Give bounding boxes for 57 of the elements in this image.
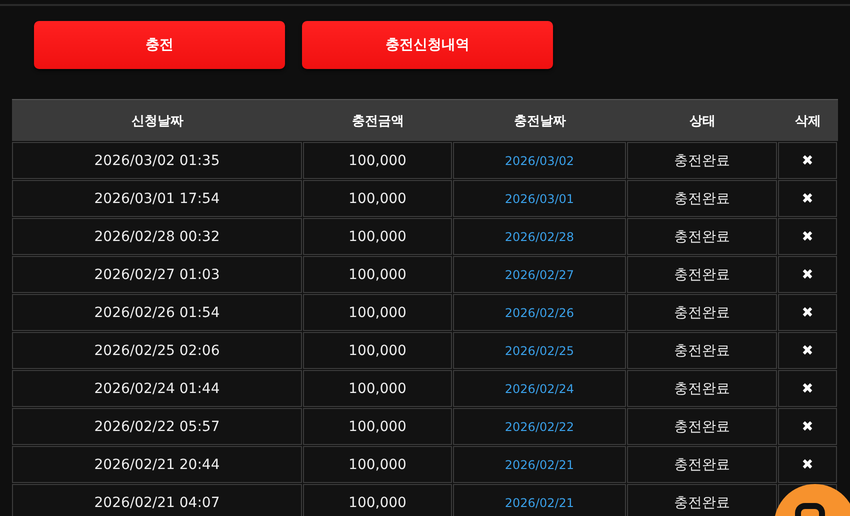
table-cell: 충전완료 <box>627 180 777 217</box>
delete-button[interactable]: ✖ <box>802 228 814 244</box>
table-cell: 2026/02/21 20:44 <box>12 446 302 483</box>
table-cell: 충전완료 <box>627 408 777 445</box>
table-cell: 충전완료 <box>627 142 777 179</box>
table-cell: 2026/02/24 01:44 <box>12 370 302 407</box>
table-cell: 2026/03/01 <box>453 180 626 217</box>
table-cell: 2026/02/21 <box>453 446 626 483</box>
delete-button[interactable]: ✖ <box>802 418 814 434</box>
table-cell: 2026/02/24 <box>453 370 626 407</box>
table-cell: 2026/02/26 <box>453 294 626 331</box>
table-cell: 100,000 <box>303 370 452 407</box>
table-cell: 100,000 <box>303 294 452 331</box>
column-header: 삭제 <box>794 112 822 130</box>
table-cell: 100,000 <box>303 142 452 179</box>
table-cell: 2026/03/02 <box>453 142 626 179</box>
table-cell: 100,000 <box>303 218 452 255</box>
delete-button[interactable]: ✖ <box>802 266 814 282</box>
table-cell: 충전완료 <box>627 218 777 255</box>
table-cell: 충전완료 <box>627 370 777 407</box>
chat-icon <box>795 503 825 516</box>
table-cell: 충전완료 <box>627 446 777 483</box>
column-header: 신청날짜 <box>130 112 184 130</box>
table-cell: 100,000 <box>303 408 452 445</box>
delete-button[interactable]: ✖ <box>802 190 814 206</box>
column-header: 충전금액 <box>351 112 405 130</box>
table-cell: 100,000 <box>303 446 452 483</box>
column-header: 상태 <box>688 112 716 130</box>
tab-button[interactable]: 충전 <box>34 21 285 69</box>
table-cell: 2026/02/28 00:32 <box>12 218 302 255</box>
table-cell: 100,000 <box>303 332 452 369</box>
table-cell: 충전완료 <box>627 294 777 331</box>
table-cell: 2026/02/27 <box>453 256 626 293</box>
table-cell: 2026/02/21 <box>453 484 626 516</box>
table-cell: 2026/02/22 <box>453 408 626 445</box>
delete-button[interactable]: ✖ <box>802 304 814 320</box>
table-cell: 2026/02/27 01:03 <box>12 256 302 293</box>
table-cell: 2026/02/21 04:07 <box>12 484 302 516</box>
table-cell: 100,000 <box>303 484 452 516</box>
table-cell: 2026/03/02 01:35 <box>12 142 302 179</box>
column-header: 충전날짜 <box>513 112 567 130</box>
table-cell: 2026/03/01 17:54 <box>12 180 302 217</box>
table-cell: 2026/02/22 05:57 <box>12 408 302 445</box>
table-cell: 충전완료 <box>627 256 777 293</box>
delete-button[interactable]: ✖ <box>802 152 814 168</box>
table-cell: 100,000 <box>303 256 452 293</box>
table-cell: 2026/02/25 02:06 <box>12 332 302 369</box>
delete-button[interactable]: ✖ <box>802 342 814 358</box>
table-cell: 2026/02/28 <box>453 218 626 255</box>
table-cell: 100,000 <box>303 180 452 217</box>
table-cell: 충전완료 <box>627 332 777 369</box>
table-cell: 2026/02/26 01:54 <box>12 294 302 331</box>
table-cell: 2026/02/25 <box>453 332 626 369</box>
delete-button[interactable]: ✖ <box>802 380 814 396</box>
tab-button[interactable]: 충전신청내역 <box>302 21 553 69</box>
table-cell: 충전완료 <box>627 484 777 516</box>
delete-button[interactable]: ✖ <box>802 456 814 472</box>
